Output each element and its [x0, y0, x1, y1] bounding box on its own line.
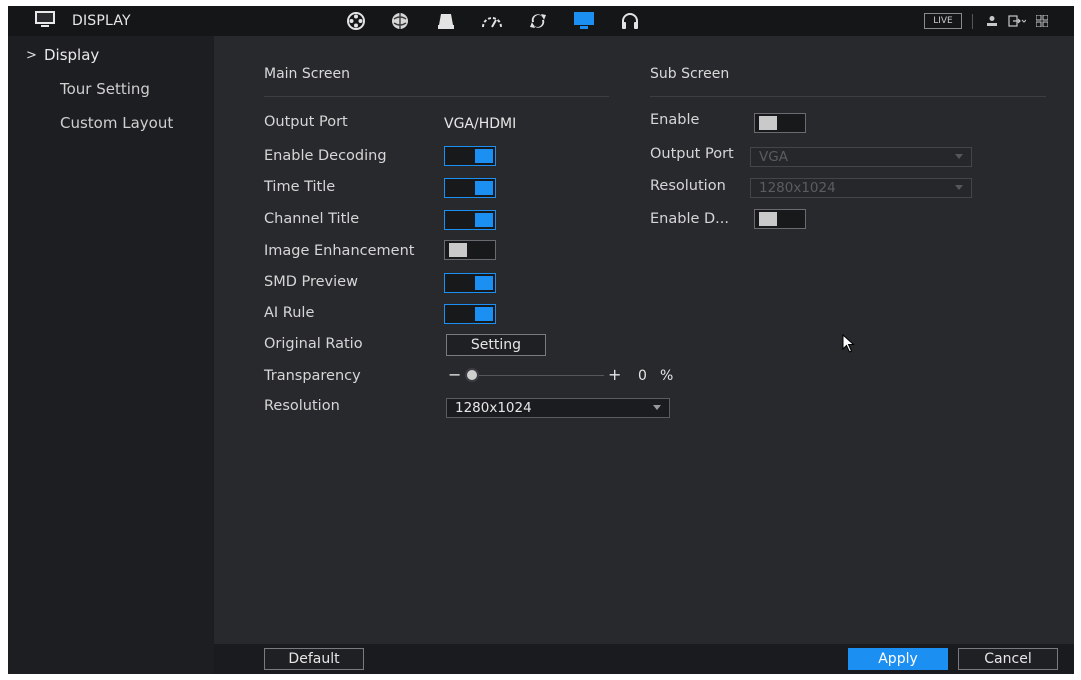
chevron-down-icon	[955, 185, 963, 190]
main-screen-title: Main Screen	[264, 66, 351, 82]
enable-decoding-label: Enable Decoding	[264, 148, 387, 164]
apply-button[interactable]: Apply	[848, 648, 948, 670]
sub-enable-toggle[interactable]	[754, 113, 806, 133]
live-button[interactable]: LIVE	[924, 13, 962, 29]
sidebar-item-label: Display	[44, 46, 100, 64]
sub-enable-label: Enable	[650, 112, 700, 128]
image-enhancement-label: Image Enhancement	[264, 243, 415, 259]
camera-reel-icon[interactable]	[342, 6, 370, 36]
time-title-label: Time Title	[264, 179, 336, 195]
sub-enable-decoding-label: Enable D...	[650, 211, 729, 227]
display-icon[interactable]	[570, 6, 598, 36]
resolution-select-value: 1280x1024	[455, 400, 532, 416]
top-bar: DISPLAY LIVE	[8, 6, 1074, 36]
sub-output-port-select: VGA	[750, 147, 972, 167]
output-port-label: Output Port	[264, 114, 348, 130]
ai-rule-label: AI Rule	[264, 305, 315, 321]
original-ratio-label: Original Ratio	[264, 336, 363, 352]
transparency-unit: %	[660, 368, 674, 384]
default-button[interactable]: Default	[264, 648, 364, 670]
transparency-slider-track[interactable]	[472, 375, 604, 376]
transparency-value: 0	[638, 368, 647, 384]
storage-icon[interactable]	[432, 6, 460, 36]
chevron-down-icon	[955, 154, 963, 159]
app-window: DISPLAY LIVE > Display Tour Setting Cust…	[8, 6, 1074, 674]
sidebar-item-label: Custom Layout	[60, 114, 174, 132]
network-icon[interactable]	[386, 6, 414, 36]
bottom-bar: Default Apply Cancel	[214, 644, 1074, 674]
sub-enable-decoding-toggle[interactable]	[754, 209, 806, 229]
setting-button[interactable]: Setting	[446, 334, 546, 356]
time-title-toggle[interactable]	[444, 178, 496, 198]
monitor-icon	[34, 10, 56, 32]
transparency-minus-button[interactable]: −	[448, 365, 461, 384]
enable-decoding-toggle[interactable]	[444, 146, 496, 166]
sub-screen-title: Sub Screen	[650, 66, 730, 82]
resolution-label: Resolution	[264, 398, 340, 414]
smd-preview-label: SMD Preview	[264, 274, 358, 290]
sub-resolution-value: 1280x1024	[759, 180, 836, 196]
sidebar-item-custom-layout[interactable]: Custom Layout	[8, 106, 214, 140]
sidebar-item-label: Tour Setting	[60, 80, 150, 98]
dashboard-icon[interactable]	[478, 6, 506, 36]
sidebar-item-display[interactable]: > Display	[8, 38, 214, 72]
headphones-icon[interactable]	[616, 6, 644, 36]
sub-output-port-label: Output Port	[650, 146, 734, 162]
sidebar: > Display Tour Setting Custom Layout	[8, 36, 214, 674]
toolbar-separator	[972, 14, 973, 29]
mouse-cursor-icon	[842, 334, 855, 353]
chevron-right-icon: >	[26, 47, 37, 63]
sub-resolution-label: Resolution	[650, 178, 726, 194]
sub-screen-divider	[650, 96, 1046, 97]
grid-menu-icon[interactable]	[1036, 6, 1048, 36]
image-enhancement-toggle[interactable]	[444, 240, 496, 260]
app-title: DISPLAY	[72, 13, 131, 29]
main-panel: Main Screen Output Port VGA/HDMI Enable …	[214, 36, 1074, 644]
sub-output-port-value: VGA	[759, 149, 788, 165]
sub-resolution-select: 1280x1024	[750, 178, 972, 198]
sync-icon[interactable]	[524, 6, 552, 36]
transparency-slider-thumb[interactable]	[465, 368, 479, 382]
user-icon[interactable]	[986, 6, 998, 36]
ai-rule-toggle[interactable]	[444, 304, 496, 324]
smd-preview-toggle[interactable]	[444, 273, 496, 293]
sidebar-item-tour-setting[interactable]: Tour Setting	[8, 72, 214, 106]
output-port-value: VGA/HDMI	[444, 116, 517, 132]
logout-icon[interactable]	[1008, 6, 1026, 36]
resolution-select[interactable]: 1280x1024	[446, 398, 670, 418]
channel-title-label: Channel Title	[264, 211, 360, 227]
chevron-down-icon	[653, 405, 661, 410]
main-screen-divider	[264, 96, 609, 97]
transparency-label: Transparency	[264, 368, 361, 384]
transparency-plus-button[interactable]: +	[608, 365, 621, 384]
cancel-button[interactable]: Cancel	[958, 648, 1058, 670]
app-title-group: DISPLAY	[34, 6, 131, 36]
channel-title-toggle[interactable]	[444, 210, 496, 230]
